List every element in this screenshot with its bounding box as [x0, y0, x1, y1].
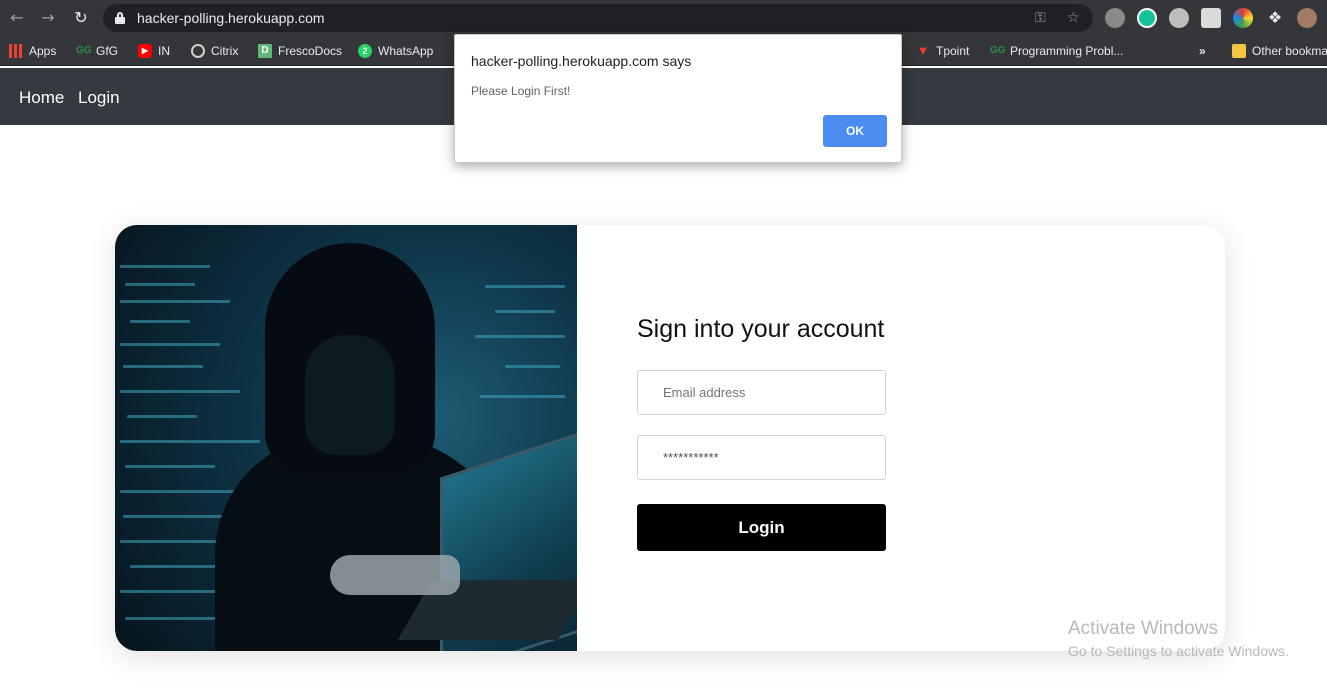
activate-windows-title: Activate Windows [1068, 618, 1218, 639]
bookmark-tpoint[interactable]: ▼ Tpoint [916, 42, 970, 60]
tpoint-icon: ▼ [916, 43, 930, 58]
bookmark-label: GfG [96, 44, 119, 58]
password-field[interactable] [637, 435, 886, 480]
reload-icon[interactable]: ↻ [71, 8, 91, 28]
bookmark-label: Apps [29, 44, 57, 58]
login-card: Sign into your account Login [115, 225, 1225, 651]
email-field[interactable] [637, 370, 886, 415]
youtube-icon: ▶ [138, 44, 152, 58]
dialog-ok-button[interactable]: OK [823, 115, 887, 147]
citrix-icon [191, 44, 205, 58]
nav-home-link[interactable]: Home [19, 88, 64, 108]
lock-icon [115, 12, 125, 24]
gfg-icon: GG [990, 45, 1006, 56]
whatsapp-icon: 2 [358, 44, 372, 58]
bookmark-label: WhatsApp [378, 44, 434, 58]
bookmark-apps[interactable]: Apps [9, 42, 56, 60]
more-bookmarks-label: » [1199, 44, 1206, 58]
key-icon[interactable]: ⚿ [1035, 10, 1046, 26]
bookmark-label: Citrix [211, 44, 239, 58]
star-icon[interactable]: ☆ [1067, 10, 1080, 26]
bookmark-label: FrescoDocs [278, 44, 343, 58]
bookmark-gfg[interactable]: GG GfG [76, 42, 118, 60]
dialog-message: Please Login First! [471, 84, 571, 98]
more-bookmarks-icon[interactable]: » [1199, 42, 1206, 60]
browser-toolbar: ← → ↻ hacker-polling.herokuapp.com ⚿ ☆ ❖ [0, 0, 1327, 36]
bookmark-citrix[interactable]: Citrix [191, 42, 238, 60]
grammarly-extension-icon[interactable] [1137, 8, 1157, 28]
office-extension-icon[interactable] [1201, 8, 1221, 28]
bookmark-programming-problems[interactable]: GG Programming Probl... [990, 42, 1123, 60]
bookmark-label: Tpoint [936, 44, 970, 58]
activate-windows-subtitle: Go to Settings to activate Windows. [1068, 643, 1289, 659]
bookmark-label: Other bookma [1252, 44, 1327, 58]
folder-icon [1232, 44, 1246, 58]
address-bar[interactable]: hacker-polling.herokuapp.com ⚿ ☆ [103, 4, 1093, 32]
login-form: Sign into your account Login [637, 225, 897, 651]
bookmark-in[interactable]: ▶ IN [138, 42, 170, 60]
apps-grid-icon [9, 44, 23, 58]
puzzle-extensions-icon[interactable]: ❖ [1265, 8, 1285, 28]
forward-arrow-icon[interactable]: → [38, 8, 58, 28]
bookmark-label: Programming Probl... [1010, 44, 1124, 58]
profile-avatar[interactable] [1297, 8, 1317, 28]
skype-extension-icon[interactable] [1105, 8, 1125, 28]
url-text: hacker-polling.herokuapp.com [137, 10, 325, 26]
bookmark-label: IN [158, 44, 170, 58]
bookmark-whatsapp[interactable]: 2 WhatsApp [358, 42, 433, 60]
form-title: Sign into your account [637, 315, 885, 343]
frescodocs-icon: D [258, 44, 272, 58]
colorful-extension-icon[interactable] [1233, 8, 1253, 28]
dialog-title: hacker-polling.herokuapp.com says [471, 53, 692, 69]
login-button[interactable]: Login [637, 504, 886, 551]
nav-login-link[interactable]: Login [78, 88, 120, 108]
back-arrow-icon[interactable]: ← [7, 8, 27, 28]
alert-dialog: hacker-polling.herokuapp.com says Please… [454, 34, 902, 163]
hacker-image [115, 225, 577, 651]
gfg-icon: GG [76, 45, 92, 56]
bookmark-frescodocs[interactable]: D FrescoDocs [258, 42, 342, 60]
extension-circle-icon[interactable] [1169, 8, 1189, 28]
bookmark-other[interactable]: Other bookma [1232, 42, 1327, 60]
